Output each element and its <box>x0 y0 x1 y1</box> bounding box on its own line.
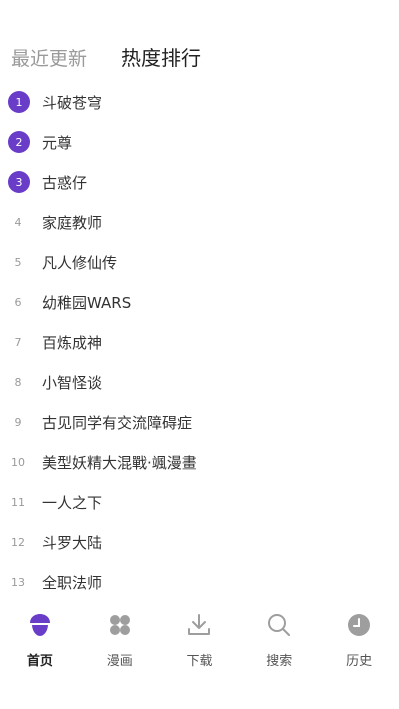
rank-cell: 3 <box>0 171 42 193</box>
home-acorn-icon <box>29 614 50 636</box>
rank-cell: 11 <box>0 496 42 509</box>
nav-comics-label: 漫画 <box>106 654 133 669</box>
rank-number: 12 <box>11 535 25 549</box>
rank-number: 10 <box>11 455 25 469</box>
rank-cell: 5 <box>0 256 42 269</box>
comic-title[interactable]: 小智怪谈 <box>42 372 102 393</box>
ranking-row[interactable]: 9 古见同学有交流障碍症 <box>0 402 399 442</box>
ranking-row[interactable]: 11 一人之下 <box>0 482 399 522</box>
comic-title[interactable]: 斗破苍穹 <box>42 92 102 113</box>
search-icon <box>268 614 291 636</box>
rank-number: 8 <box>14 375 22 389</box>
nav-home-label: 首页 <box>26 654 53 669</box>
rank-number: 6 <box>14 295 22 309</box>
ranking-row[interactable]: 4 家庭教师 <box>0 202 399 242</box>
rank-cell: 1 <box>0 91 42 113</box>
rank-number: 13 <box>11 575 25 589</box>
comic-title[interactable]: 美型妖精大混戰·颯漫畫 <box>42 452 197 473</box>
tab-hot-ranking[interactable]: 热度排行 <box>121 44 201 72</box>
rank-number: 7 <box>14 335 22 349</box>
comic-title[interactable]: 幼稚园WARS <box>42 292 131 313</box>
nav-search-label: 搜索 <box>266 654 293 669</box>
rank-cell: 8 <box>0 376 42 389</box>
nav-home[interactable]: 首页 <box>0 600 80 680</box>
comic-title[interactable]: 全职法师 <box>42 572 102 593</box>
comic-title[interactable]: 一人之下 <box>42 492 102 513</box>
ranking-row[interactable]: 6 幼稚园WARS <box>0 282 399 322</box>
ranking-row[interactable]: 1 斗破苍穹 <box>0 82 399 122</box>
rank-number: 9 <box>14 415 22 429</box>
rank-number: 4 <box>14 215 22 229</box>
rank-number: 11 <box>11 495 25 509</box>
tab-recent-updates[interactable]: 最近更新 <box>11 45 87 73</box>
comic-title[interactable]: 古见同学有交流障碍症 <box>42 412 192 433</box>
comic-title[interactable]: 古惑仔 <box>42 172 87 193</box>
rank-cell: 2 <box>0 131 42 153</box>
top-tabs: 最近更新 热度排行 <box>11 44 201 73</box>
bottom-navigation: 首页 漫画 下载 搜索 历史 <box>0 600 399 680</box>
ranking-row[interactable]: 7 百炼成神 <box>0 322 399 362</box>
ranking-row[interactable]: 3 古惑仔 <box>0 162 399 202</box>
ranking-row[interactable]: 2 元尊 <box>0 122 399 162</box>
rank-cell: 7 <box>0 336 42 349</box>
ranking-row[interactable]: 10 美型妖精大混戰·颯漫畫 <box>0 442 399 482</box>
nav-comics[interactable]: 漫画 <box>80 600 160 680</box>
ranking-row[interactable]: 13 全职法师 <box>0 562 399 602</box>
clock-icon <box>348 614 371 636</box>
nav-search[interactable]: 搜索 <box>239 600 319 680</box>
comic-title[interactable]: 斗罗大陆 <box>42 532 102 553</box>
comic-title[interactable]: 家庭教师 <box>42 212 102 233</box>
grid-clover-icon <box>109 615 130 635</box>
rank-badge: 2 <box>8 131 30 153</box>
rank-cell: 4 <box>0 216 42 229</box>
nav-download-label: 下载 <box>186 654 213 669</box>
rank-badge: 3 <box>8 171 30 193</box>
ranking-row[interactable]: 5 凡人修仙传 <box>0 242 399 282</box>
rank-cell: 12 <box>0 536 42 549</box>
comic-title[interactable]: 百炼成神 <box>42 332 102 353</box>
rank-cell: 10 <box>0 456 42 469</box>
rank-cell: 13 <box>0 576 42 589</box>
rank-number: 5 <box>14 255 22 269</box>
rank-cell: 9 <box>0 416 42 429</box>
nav-download[interactable]: 下载 <box>160 600 240 680</box>
rank-cell: 6 <box>0 296 42 309</box>
comic-title[interactable]: 元尊 <box>42 132 72 153</box>
nav-history-label: 历史 <box>346 654 373 669</box>
nav-history[interactable]: 历史 <box>319 600 399 680</box>
ranking-row[interactable]: 12 斗罗大陆 <box>0 522 399 562</box>
rank-badge: 1 <box>8 91 30 113</box>
ranking-list: 1 斗破苍穹 2 元尊 3 古惑仔 4 家庭教师 5 凡人修仙传 6 幼稚园WARS 7 百炼成神 8 小智怪… <box>0 82 399 602</box>
ranking-row[interactable]: 8 小智怪谈 <box>0 362 399 402</box>
download-icon <box>188 614 211 635</box>
comic-title[interactable]: 凡人修仙传 <box>42 252 117 273</box>
